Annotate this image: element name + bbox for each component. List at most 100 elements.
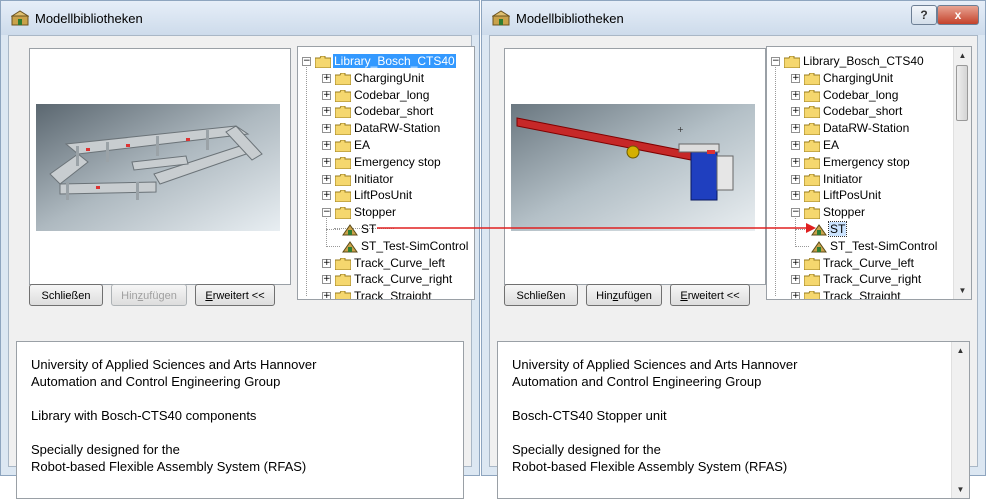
conveyor-preview-image xyxy=(36,104,280,231)
expand-icon[interactable]: + xyxy=(791,258,800,268)
tree-item[interactable]: + Codebar_short xyxy=(322,103,434,120)
tree-item[interactable]: + Track_Straight xyxy=(322,288,433,299)
expand-icon[interactable]: + xyxy=(791,157,800,167)
advanced-button[interactable]: Erweitert << xyxy=(195,284,275,306)
collapse-icon[interactable]: − xyxy=(302,57,311,66)
expand-icon[interactable]: + xyxy=(322,73,331,83)
folder-icon xyxy=(804,140,820,152)
tree-item[interactable]: + DataRW-Station xyxy=(791,120,910,137)
tree-leaf[interactable]: ST_Test-SimControl xyxy=(342,238,469,255)
tree-item[interactable]: + LiftPosUnit xyxy=(322,187,413,204)
scroll-down-icon[interactable]: ▼ xyxy=(952,481,969,498)
tree-item[interactable]: + Track_Curve_left xyxy=(791,255,915,272)
description-scrollbar[interactable]: ▲ ▼ xyxy=(951,342,969,498)
expand-icon[interactable]: + xyxy=(322,124,331,134)
expand-icon[interactable]: + xyxy=(791,107,800,117)
folder-icon xyxy=(804,274,820,287)
folder-icon xyxy=(335,156,351,169)
expand-icon[interactable]: + xyxy=(322,107,331,117)
tree-item-label: Track_Curve_right xyxy=(354,272,453,287)
library-window-left: Modellbibliotheken Schließen Hinzufügen xyxy=(0,0,480,499)
tree-item[interactable]: + Emergency stop xyxy=(791,154,911,171)
folder-icon xyxy=(335,106,351,119)
scroll-down-icon[interactable]: ▼ xyxy=(954,282,971,299)
tree-item[interactable]: + DataRW-Station xyxy=(322,120,441,137)
close-window-button[interactable]: x xyxy=(937,5,979,25)
tree-item[interactable]: + ChargingUnit xyxy=(322,70,425,87)
scroll-up-icon[interactable]: ▲ xyxy=(954,47,971,64)
tree-leaf[interactable]: ST xyxy=(811,221,848,238)
expand-icon[interactable]: + xyxy=(322,292,331,299)
tree-item[interactable]: + EA xyxy=(791,137,840,154)
title-bar[interactable]: Modellbibliotheken ? x xyxy=(482,1,985,35)
folder-icon xyxy=(804,257,820,270)
tree-item[interactable]: − Stopper xyxy=(322,204,397,221)
tree-item[interactable]: + Track_Straight xyxy=(791,288,902,299)
desc-line-4: Specially designed for the xyxy=(31,442,180,457)
tree-item[interactable]: + ChargingUnit xyxy=(791,70,894,87)
title-bar[interactable]: Modellbibliotheken xyxy=(1,1,479,35)
tree-item[interactable]: + Track_Curve_right xyxy=(322,271,453,288)
library-tree[interactable]: − Library_Bosch_CTS40 + ChargingUnit + Code… xyxy=(297,46,475,300)
desc-line-3: Bosch-CTS40 Stopper unit xyxy=(512,408,667,423)
expand-icon[interactable]: + xyxy=(791,73,800,83)
expand-icon[interactable]: + xyxy=(322,141,331,150)
tree-item-label: LiftPosUnit xyxy=(354,188,413,203)
tree-leaf[interactable]: ST xyxy=(342,221,377,238)
tree-item[interactable]: + Emergency stop xyxy=(322,154,442,171)
collapse-icon[interactable]: − xyxy=(322,208,331,218)
library-window-right: Modellbibliotheken ? x + Schließen Hinzu… xyxy=(481,0,986,499)
tree-item[interactable]: + Initiator xyxy=(791,171,863,188)
tree-item[interactable]: + Codebar_short xyxy=(791,103,903,120)
expand-icon[interactable]: + xyxy=(791,191,800,201)
tree-item[interactable]: + Codebar_long xyxy=(791,87,899,104)
scroll-thumb[interactable] xyxy=(956,65,968,121)
expand-icon[interactable]: + xyxy=(791,292,800,299)
expand-icon[interactable]: + xyxy=(791,124,800,134)
tree-root[interactable]: − Library_Bosch_CTS40 xyxy=(771,53,925,70)
expand-icon[interactable]: + xyxy=(322,157,331,167)
desc-line-1: University of Applied Sciences and Arts … xyxy=(512,357,798,372)
expand-icon[interactable]: + xyxy=(791,174,800,184)
folder-icon xyxy=(315,56,331,68)
tree-item[interactable]: + EA xyxy=(322,137,371,154)
expand-icon[interactable]: + xyxy=(791,90,800,100)
desc-line-5: Robot-based Flexible Assembly System (RF… xyxy=(31,459,307,474)
library-tree[interactable]: − Library_Bosch_CTS40 + ChargingUnit + Code… xyxy=(766,46,972,300)
tree-root[interactable]: − Library_Bosch_CTS40 xyxy=(302,53,456,70)
folder-icon xyxy=(804,156,820,169)
close-button[interactable]: Schließen xyxy=(29,284,103,306)
tree-item-label: Track_Curve_right xyxy=(823,272,922,287)
collapse-icon[interactable]: − xyxy=(791,208,800,218)
collapse-icon[interactable]: − xyxy=(771,57,780,66)
expand-icon[interactable]: + xyxy=(322,275,331,285)
help-button[interactable]: ? xyxy=(911,5,937,25)
tree-item[interactable]: − Stopper xyxy=(791,204,866,221)
scroll-up-icon[interactable]: ▲ xyxy=(952,342,969,359)
tree-item-label: ST xyxy=(827,221,848,237)
tree-scrollbar[interactable]: ▲ ▼ xyxy=(953,47,971,299)
tree-item-label: Codebar_long xyxy=(823,87,899,102)
close-button[interactable]: Schließen xyxy=(504,284,578,306)
folder-icon xyxy=(335,291,351,299)
folder-icon xyxy=(335,207,351,220)
model-preview: + xyxy=(504,48,766,285)
tree-item-label: Emergency stop xyxy=(823,154,910,169)
folder-icon xyxy=(804,72,820,85)
add-button[interactable]: Hinzufügen xyxy=(586,284,662,306)
tree-leaf[interactable]: ST_Test-SimControl xyxy=(811,238,938,255)
expand-icon[interactable]: + xyxy=(322,174,331,184)
expand-icon[interactable]: + xyxy=(322,90,331,100)
advanced-button[interactable]: Erweitert << xyxy=(670,284,750,306)
expand-icon[interactable]: + xyxy=(322,258,331,268)
tree-item[interactable]: + Track_Curve_left xyxy=(322,255,446,272)
tree-item[interactable]: + Track_Curve_right xyxy=(791,271,922,288)
expand-icon[interactable]: + xyxy=(791,275,800,285)
expand-icon[interactable]: + xyxy=(322,191,331,201)
tree-item[interactable]: + Codebar_long xyxy=(322,87,430,104)
tree-item-label: ST_Test-SimControl xyxy=(830,238,938,253)
expand-icon[interactable]: + xyxy=(791,141,800,150)
tree-item[interactable]: + LiftPosUnit xyxy=(791,187,882,204)
folder-icon xyxy=(335,190,351,203)
tree-item[interactable]: + Initiator xyxy=(322,171,394,188)
